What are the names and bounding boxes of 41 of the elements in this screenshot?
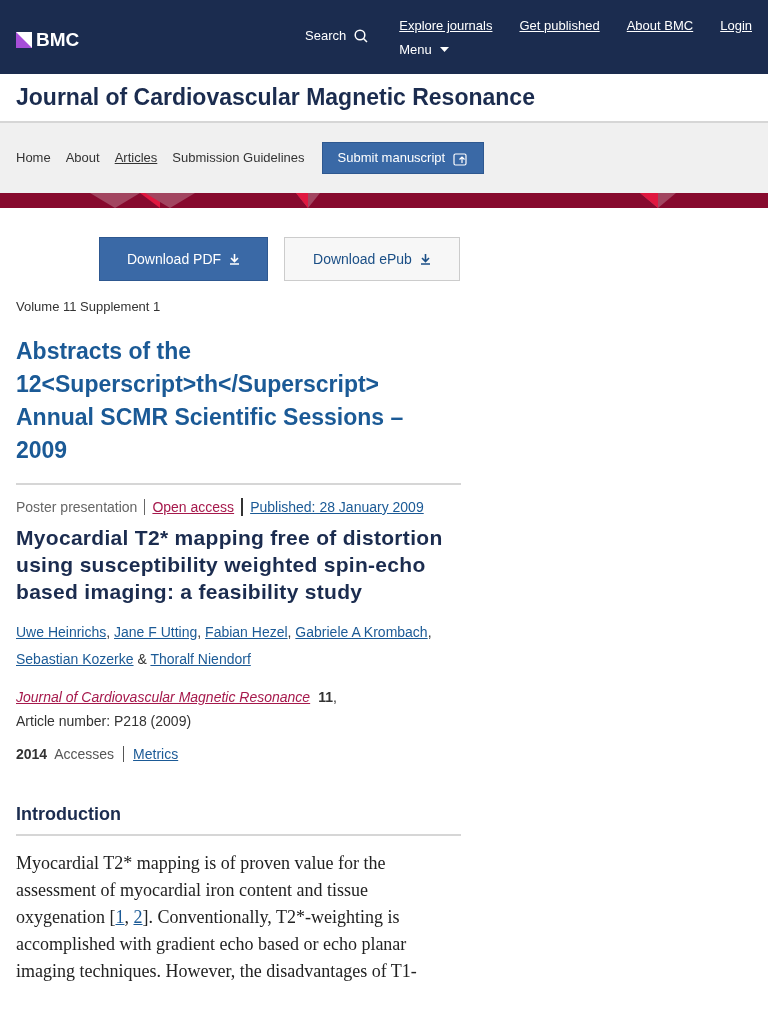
article-title: Myocardial T2* mapping free of distortion using susceptibility weighted spin-echo based imaging: a feasibility study [16, 524, 444, 605]
caret-icon [439, 46, 449, 52]
author-list: Uwe Heinrichs, Jane F Utting, Fabian Hezel, Gabriele A Krombach, Sebastian Kozerke & Thoralf Niendorf [16, 618, 461, 673]
section-heading: Introduction [16, 800, 461, 836]
reference-link[interactable]: 1 [115, 906, 125, 927]
header-link[interactable]: Explore journals [399, 16, 493, 36]
open-access-link[interactable]: Open access [152, 496, 235, 518]
reference-link[interactable]: 2 [133, 906, 143, 927]
published-date-link[interactable]: Published: 28 January 2009 [250, 496, 424, 518]
download-icon [229, 253, 241, 265]
article-type: Poster presentation [16, 497, 138, 517]
journal-title[interactable]: Journal of Cardiovascular Magnetic Resonance [16, 80, 535, 115]
download-icon [419, 253, 431, 265]
journal-link[interactable]: Journal of Cardiovascular Magnetic Resonance [16, 688, 311, 705]
header-link[interactable]: Get published [519, 16, 600, 36]
upload-icon [453, 150, 469, 166]
metrics-link[interactable]: Metrics [133, 743, 179, 765]
nav-link[interactable]: About [65, 148, 100, 168]
bmc-logo-text[interactable]: BMC [36, 26, 80, 55]
nav-link[interactable]: Home [16, 148, 51, 168]
citation-text: Journal of Cardiovascular Magnetic Resonance 11, Article number: P218 (2009) [16, 687, 338, 731]
author-link[interactable]: Sebastian Kozerke [16, 650, 134, 667]
search-icon [354, 28, 369, 43]
author-link[interactable]: Fabian Hezel [205, 623, 288, 640]
bmc-logo-icon [16, 32, 32, 49]
header-link[interactable]: Login [720, 16, 752, 36]
menu-button[interactable]: Menu [399, 39, 752, 59]
author-link[interactable]: Thoralf Niendorf [150, 650, 251, 667]
header-link[interactable]: About BMC [626, 16, 694, 36]
download-button[interactable]: Download ePub [284, 237, 460, 281]
download-button[interactable]: Download PDF [99, 237, 268, 281]
access-count: 2014 [16, 744, 48, 764]
accesses-label: Accesses [54, 744, 115, 764]
search-button[interactable]: Search [305, 26, 369, 46]
submit-manuscript-button[interactable]: Submit manuscript [321, 142, 485, 174]
paragraph-text: Myocardial T2* mapping is of proven value for the assessment of myocardial iron content and tissue oxygenation [1, 2]. Conventionally, T2*-weighting is accomplished with gradient echo based or echo planar imaging techniques. However, the disadvantages of T1- [16, 851, 418, 983]
nav-link[interactable]: Submission Guidelines [172, 148, 305, 168]
supplement-title[interactable]: Abstracts of the 12<Superscript>th</Superscript> Annual SCMR Scientific Sessions – 2009 [16, 334, 431, 467]
author-link[interactable]: Gabriele A Krombach [295, 623, 428, 640]
volume-label: Volume 11 Supplement 1 [16, 298, 162, 316]
nav-link[interactable]: Articles [114, 148, 158, 168]
